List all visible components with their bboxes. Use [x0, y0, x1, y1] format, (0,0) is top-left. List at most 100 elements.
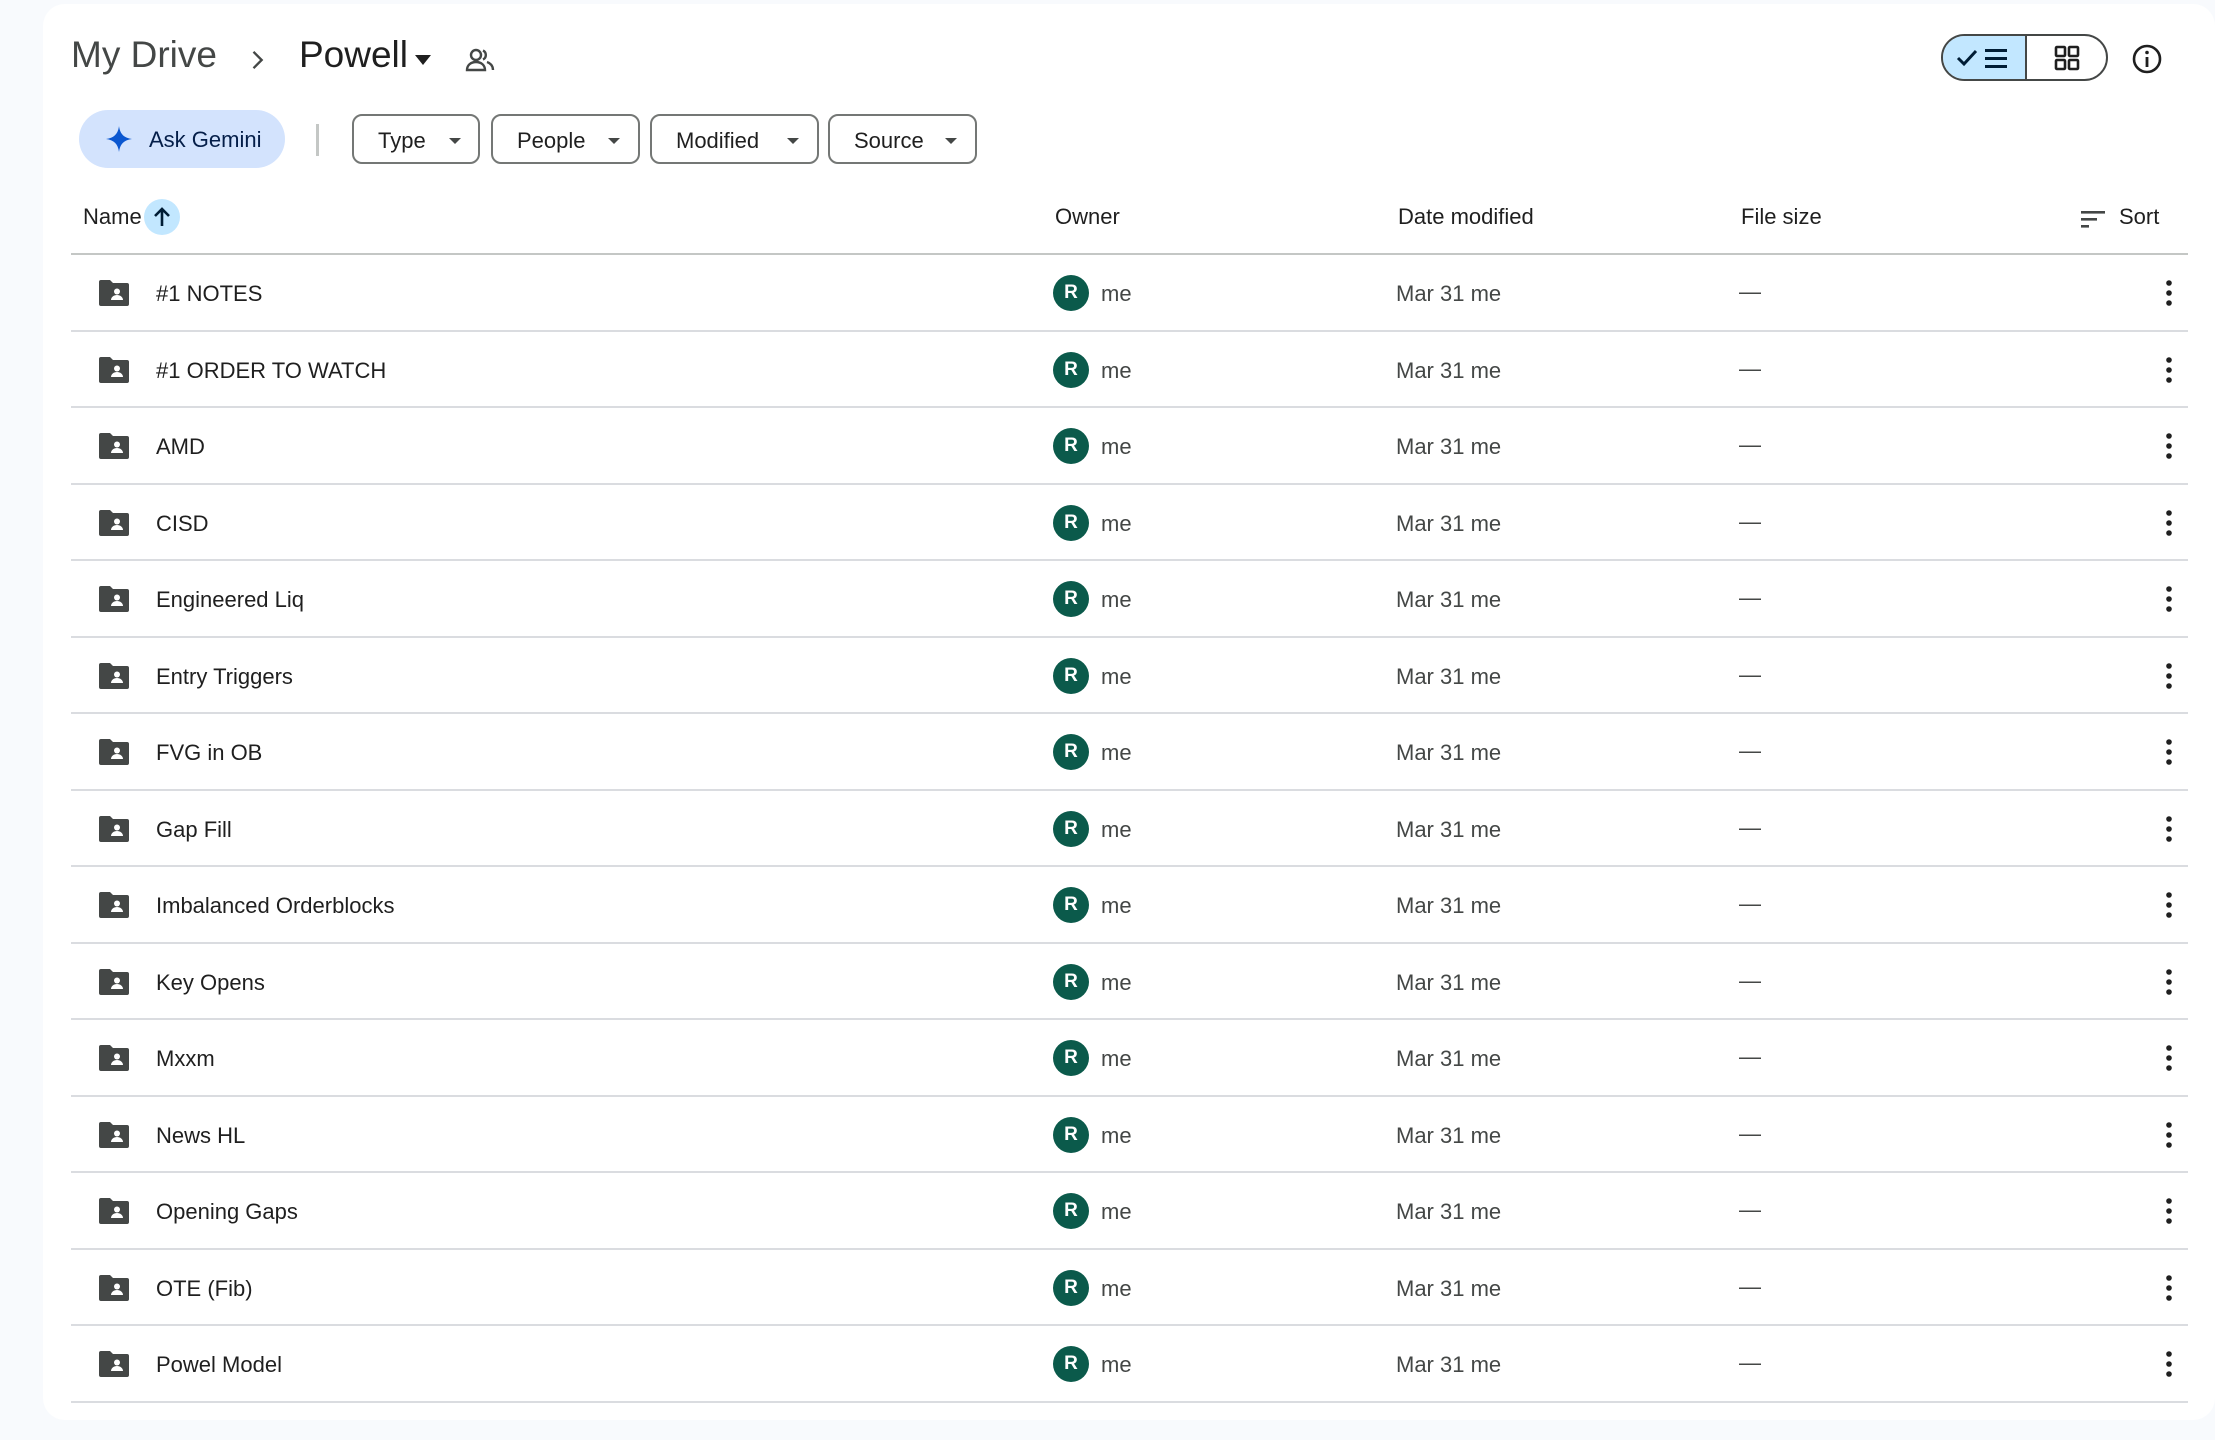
more-vert-icon[interactable] [2165, 583, 2173, 615]
owner-avatar[interactable]: R [1053, 734, 1089, 770]
owner-avatar[interactable]: R [1053, 504, 1089, 541]
grid-view-button[interactable] [2027, 36, 2106, 79]
owner-name: me [1101, 281, 1132, 306]
caret-down-icon [449, 138, 461, 144]
owner-name: me [1101, 893, 1132, 918]
owner-avatar[interactable]: R [1053, 1116, 1089, 1153]
owner-avatar[interactable]: R [1053, 657, 1089, 694]
more-vert-icon[interactable] [2165, 507, 2173, 539]
file-size: — [1739, 508, 1761, 534]
shared-people-icon[interactable] [464, 44, 496, 76]
more-vert-icon[interactable] [2165, 1272, 2173, 1304]
column-header-file-size[interactable]: File size [1741, 204, 1822, 230]
date-modified: Mar 31 me [1396, 1046, 1502, 1071]
file-row[interactable]: OTE (Fib) R me Mar 31 me — [71, 1250, 2188, 1326]
file-row[interactable]: AMD R me Mar 31 me — [71, 408, 2188, 485]
file-row[interactable]: #1 ORDER TO WATCH R me Mar 31 me — [71, 332, 2188, 408]
owner-avatar[interactable]: R [1053, 810, 1089, 847]
file-size: — [1739, 1120, 1761, 1146]
more-vert-icon[interactable] [2165, 966, 2173, 998]
file-row[interactable]: Powel Model R me Mar 31 me — [71, 1326, 2188, 1403]
more-vert-icon[interactable] [2165, 736, 2173, 768]
filter-chip-type[interactable]: Type [352, 114, 480, 164]
date-modified: Mar 31 me [1396, 1352, 1502, 1377]
file-size: — [1739, 585, 1761, 610]
filter-divider [316, 124, 319, 156]
file-row[interactable]: Engineered Liq R me Mar 31 me — [71, 561, 2188, 638]
ask-gemini-button[interactable]: Ask Gemini [79, 110, 285, 168]
file-row[interactable]: FVG in OB R me Mar 31 me — [71, 714, 2188, 791]
file-name: AMD [156, 434, 205, 459]
owner-avatar[interactable]: R [1053, 1269, 1089, 1306]
owner-avatar[interactable]: R [1053, 1040, 1089, 1076]
list-view-button[interactable] [1943, 36, 2027, 79]
column-header-date-modified[interactable]: Date modified [1398, 204, 1534, 230]
column-header-owner[interactable]: Owner [1055, 204, 1120, 230]
more-vert-icon[interactable] [2165, 1042, 2173, 1074]
file-row[interactable]: Gap Fill R me Mar 31 me — [71, 791, 2188, 867]
breadcrumb-current-folder[interactable]: Powell [299, 34, 408, 76]
more-vert-icon[interactable] [2165, 1348, 2173, 1380]
chip-label: People [517, 128, 586, 153]
shared-folder-icon [99, 1274, 129, 1301]
shared-folder-icon [99, 509, 129, 536]
sort-icon[interactable] [2079, 208, 2107, 230]
more-vert-icon[interactable] [2165, 277, 2173, 309]
owner-name: me [1101, 663, 1132, 689]
more-vert-icon[interactable] [2165, 1195, 2173, 1227]
owner-avatar[interactable]: R [1053, 351, 1089, 388]
caret-down-icon [945, 138, 957, 144]
filter-chip-source[interactable]: Source [828, 114, 977, 164]
file-row[interactable]: CISD R me Mar 31 me — [71, 485, 2188, 561]
sort-button-label[interactable]: Sort [2119, 204, 2159, 230]
info-icon[interactable] [2130, 42, 2164, 76]
more-vert-icon[interactable] [2165, 354, 2173, 386]
caret-down-icon[interactable] [413, 54, 433, 66]
file-row[interactable]: Mxxm R me Mar 31 me — [71, 1020, 2188, 1097]
file-size: — [1739, 814, 1761, 840]
owner-name: me [1101, 1275, 1132, 1301]
file-row[interactable]: News HL R me Mar 31 me — [71, 1097, 2188, 1173]
file-name: Engineered Liq [156, 587, 305, 612]
file-size: — [1739, 738, 1761, 763]
shared-folder-icon [99, 1121, 129, 1148]
shared-folder-icon [99, 586, 129, 612]
owner-name: me [1101, 510, 1132, 536]
file-row[interactable]: Opening Gaps R me Mar 31 me — [71, 1173, 2188, 1250]
arrow-up-icon [154, 207, 170, 226]
file-row[interactable]: Key Opens R me Mar 31 me — [71, 944, 2188, 1020]
owner-avatar[interactable]: R [1053, 1346, 1089, 1382]
more-vert-icon[interactable] [2165, 813, 2173, 845]
date-modified: Mar 31 me [1396, 740, 1502, 765]
file-size: — [1739, 432, 1761, 457]
file-size: — [1739, 1273, 1761, 1299]
owner-name: me [1101, 969, 1132, 995]
file-row[interactable]: Imbalanced Orderblocks R me Mar 31 me — [71, 867, 2188, 944]
file-name: Imbalanced Orderblocks [156, 893, 395, 918]
owner-avatar[interactable]: R [1053, 275, 1089, 311]
file-row[interactable]: Entry Triggers R me Mar 31 me — [71, 638, 2188, 714]
owner-avatar[interactable]: R [1053, 963, 1089, 1000]
date-modified: Mar 31 me [1396, 1199, 1502, 1224]
date-modified: Mar 31 me [1396, 969, 1502, 995]
more-vert-icon[interactable] [2165, 1119, 2173, 1151]
file-name: #1 NOTES [156, 281, 263, 306]
chip-label: Modified [676, 128, 760, 153]
owner-avatar[interactable]: R [1053, 1193, 1089, 1229]
shared-folder-icon [99, 662, 129, 689]
more-vert-icon[interactable] [2165, 889, 2173, 921]
breadcrumb-my-drive[interactable]: My Drive [71, 34, 217, 76]
owner-avatar[interactable]: R [1053, 428, 1089, 464]
more-vert-icon[interactable] [2165, 430, 2173, 462]
sort-direction-button[interactable] [144, 199, 180, 235]
owner-avatar[interactable]: R [1053, 887, 1089, 923]
filter-chip-modified[interactable]: Modified [650, 114, 819, 164]
grid-icon [2054, 45, 2080, 71]
owner-name: me [1101, 587, 1132, 612]
filter-chip-people[interactable]: People [491, 114, 640, 164]
more-vert-icon[interactable] [2165, 660, 2173, 692]
owner-avatar[interactable]: R [1053, 581, 1089, 617]
column-header-name[interactable]: Name [83, 204, 142, 230]
file-row[interactable]: #1 NOTES R me Mar 31 me — [71, 255, 2188, 332]
file-size: — [1739, 279, 1761, 304]
